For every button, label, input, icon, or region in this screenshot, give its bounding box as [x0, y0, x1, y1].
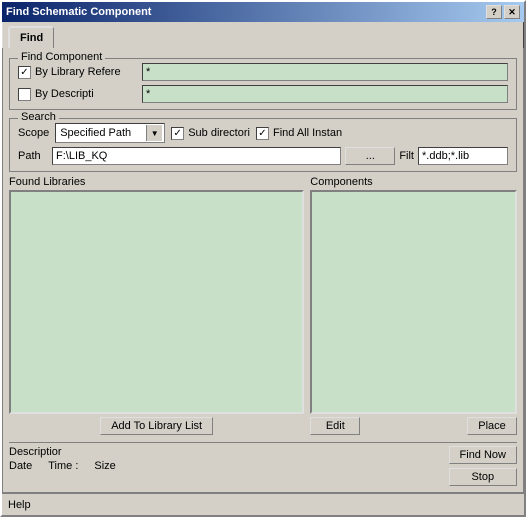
find-stop-btn-area: Find Now Stop	[449, 446, 517, 486]
window: Find Schematic Component ? ✕ Find Find C…	[0, 0, 526, 517]
by-description-input[interactable]	[142, 85, 508, 103]
separator-line	[9, 442, 517, 443]
date-label: Date	[9, 460, 32, 472]
found-libraries-label: Found Libraries	[9, 176, 304, 188]
scope-row: Scope Specified Path ▼ Sub directori Fin…	[18, 123, 508, 143]
add-to-library-btn-row: Add To Library List	[9, 417, 304, 435]
path-input[interactable]	[52, 147, 341, 165]
date-time-row: Date Time : Size	[9, 460, 443, 472]
by-description-row: By Descripti	[18, 85, 508, 103]
scope-dropdown-arrow[interactable]: ▼	[146, 125, 162, 141]
path-label: Path	[18, 150, 48, 162]
sub-directories-option[interactable]: Sub directori	[171, 127, 250, 140]
tab-find[interactable]: Find	[8, 26, 54, 48]
by-description-checkbox-label[interactable]: By Descripti	[18, 88, 138, 101]
info-left: Descriptior Date Time : Size	[9, 446, 443, 472]
find-component-group: Find Component By Library Refere By Desc…	[9, 58, 517, 110]
find-component-legend: Find Component	[18, 51, 105, 63]
add-to-library-list-button[interactable]: Add To Library List	[100, 417, 213, 435]
scope-dropdown[interactable]: Specified Path ▼	[55, 123, 165, 143]
edit-button[interactable]: Edit	[310, 417, 360, 435]
window-title: Find Schematic Component	[6, 6, 151, 18]
path-row: Path ... Filt	[18, 147, 508, 165]
filter-label: Filt	[399, 150, 414, 162]
scope-dropdown-text: Specified Path	[58, 127, 146, 139]
description-row: Descriptior	[9, 446, 443, 458]
tab-bar: Find	[8, 26, 518, 48]
main-content: Find Component By Library Refere By Desc…	[2, 48, 524, 493]
by-library-ref-input[interactable]	[142, 63, 508, 81]
found-libraries-listbox[interactable]	[9, 190, 304, 414]
filter-input[interactable]	[418, 147, 508, 165]
by-library-ref-checkbox[interactable]	[18, 66, 31, 79]
size-label: Size	[94, 460, 115, 472]
components-label: Components	[310, 176, 517, 188]
scope-label: Scope	[18, 127, 49, 139]
sub-directories-checkbox[interactable]	[171, 127, 184, 140]
close-title-button[interactable]: ✕	[504, 5, 520, 19]
search-legend: Search	[18, 111, 59, 123]
stop-button[interactable]: Stop	[449, 468, 517, 486]
sub-directories-label: Sub directori	[188, 127, 250, 139]
by-description-label: By Descripti	[35, 88, 94, 100]
by-library-ref-row: By Library Refere	[18, 63, 508, 81]
by-library-ref-label: By Library Refere	[35, 66, 121, 78]
components-listbox[interactable]	[310, 190, 517, 414]
place-button[interactable]: Place	[467, 417, 517, 435]
components-panel: Components Edit Place	[310, 176, 517, 435]
help-title-button[interactable]: ?	[486, 5, 502, 19]
find-all-instances-label: Find All Instan	[273, 127, 342, 139]
help-label: Help	[8, 499, 31, 511]
bottom-info: Descriptior Date Time : Size Find Now St…	[9, 446, 517, 486]
find-now-button[interactable]: Find Now	[449, 446, 517, 464]
search-group: Search Scope Specified Path ▼ Sub direct…	[9, 118, 517, 172]
found-components-area: Found Libraries Add To Library List Comp…	[9, 176, 517, 435]
title-bar: Find Schematic Component ? ✕	[2, 2, 524, 22]
found-libraries-panel: Found Libraries Add To Library List	[9, 176, 304, 435]
browse-button[interactable]: ...	[345, 147, 395, 165]
description-label: Descriptior	[9, 446, 62, 458]
edit-place-btn-row: Edit Place	[310, 417, 517, 435]
tab-bar-container: Find	[2, 22, 524, 48]
by-description-checkbox[interactable]	[18, 88, 31, 101]
time-label: Time :	[48, 460, 78, 472]
find-all-instances-checkbox[interactable]	[256, 127, 269, 140]
bottom-section: Descriptior Date Time : Size Find Now St…	[9, 439, 517, 486]
title-bar-buttons: ? ✕	[486, 5, 520, 19]
find-all-instances-option[interactable]: Find All Instan	[256, 127, 342, 140]
help-bar: Help	[2, 493, 524, 515]
by-library-ref-checkbox-label[interactable]: By Library Refere	[18, 66, 138, 79]
tab-find-label: Find	[20, 32, 43, 44]
